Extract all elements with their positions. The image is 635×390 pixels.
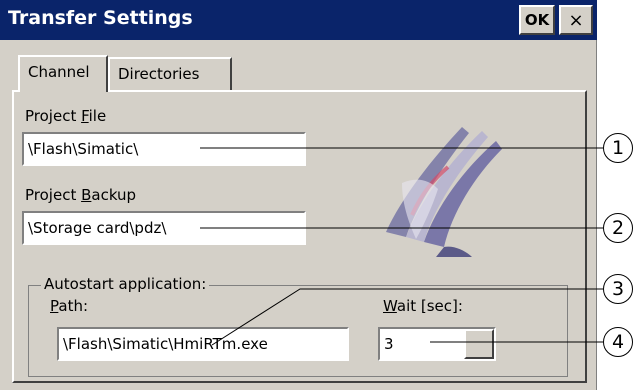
callout-1: 1 [603, 133, 633, 163]
callout-2: 2 [603, 213, 633, 243]
callout-4: 4 [603, 327, 633, 357]
tab-channel[interactable]: Channel [18, 55, 108, 92]
callout-3: 3 [603, 274, 633, 304]
